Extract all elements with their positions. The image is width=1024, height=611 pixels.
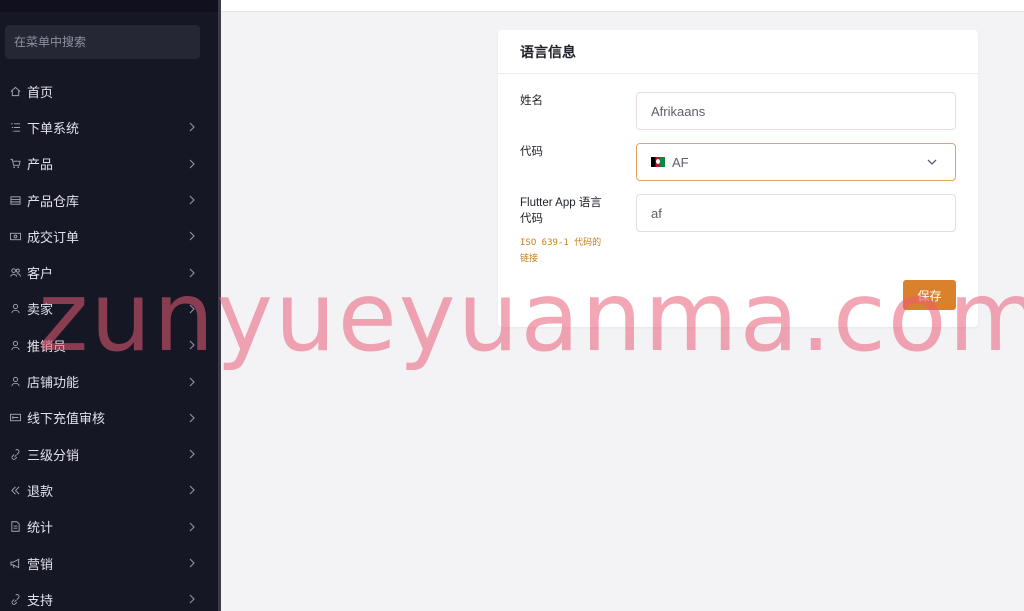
home-icon [9,85,21,97]
iso-code-link-line1[interactable]: ISO 639-1 代码的 [520,235,616,251]
list-icon [9,121,21,133]
save-button[interactable]: 保存 [903,280,956,310]
sidebar-item[interactable]: 三级分销 [0,436,218,472]
sidebar-item[interactable]: 客户 [0,254,218,290]
name-input-value: Afrikaans [651,103,706,119]
sidebar-item-label: 推销员 [27,338,67,354]
link-icon [9,448,21,460]
recharge-icon [9,412,21,424]
iso-code-link-line2[interactable]: 链接 [520,251,616,267]
sidebar-item-label: 产品 [27,157,54,173]
sidebar-item[interactable]: 退款 [0,472,218,508]
sidebar-item-label: 成交订单 [27,229,80,245]
sidebar-item-label: 店铺功能 [27,375,80,391]
card-title: 语言信息 [520,43,576,60]
iso-code-link[interactable]: ISO 639-1 代码的 链接 [520,235,616,267]
sidebar-item[interactable]: 线下充值审核 [0,400,218,436]
users-icon [9,267,21,279]
sidebar-item-label: 退款 [27,483,54,499]
sidebar-item-label: 线下充值审核 [27,411,106,427]
sidebar-item[interactable]: 支持 [0,581,218,611]
user-icon [9,303,21,315]
sidebar-item[interactable]: 店铺功能 [0,363,218,399]
code-select[interactable]: AF [636,143,956,181]
sidebar-item[interactable]: 产品仓库 [0,182,218,218]
sidebar-item[interactable]: 统计 [0,509,218,545]
sidebar-item-label: 客户 [27,266,54,282]
sidebar-item[interactable]: 推销员 [0,327,218,363]
top-bar [221,0,1024,12]
sidebar-item[interactable]: 产品 [0,146,218,182]
chevron-right-icon [188,304,196,314]
flutter-code-input-value: af [651,205,662,221]
sidebar-item-label: 支持 [27,592,54,608]
document-icon [9,521,21,533]
sidebar-item[interactable]: 首页 [0,73,218,109]
sidebar-item-label: 产品仓库 [27,193,80,209]
chevron-right-icon [188,340,196,350]
code-select-value: AF [672,154,689,170]
order-icon [9,230,21,242]
sidebar-item-label: 营销 [27,556,54,572]
megaphone-icon [9,557,21,569]
flutter-code-label-line2: 代码 [520,213,543,225]
afghanistan-flag-icon [651,157,665,167]
sidebar-item-label: 统计 [27,520,54,536]
chevron-right-icon [188,594,196,604]
sidebar-item[interactable]: 下单系统 [0,109,218,145]
chevron-right-icon [188,485,196,495]
flutter-code-label-line1: Flutter App 语言 [520,197,602,209]
sidebar-menu: 首页下单系统产品产品仓库成交订单客户卖家推销员店铺功能线下充值审核 三级分销退款统… [0,73,218,611]
chevron-right-icon [188,558,196,568]
code-label: 代码 [520,146,543,158]
chevron-right-icon [188,449,196,459]
sidebar-item[interactable]: 卖家 [0,291,218,327]
refund-icon [9,484,21,496]
card-header: 语言信息 [498,30,978,74]
flutter-code-input[interactable]: af [636,194,956,232]
sidebar-item-label: 三级分销 [27,447,80,463]
support-link-icon [9,593,21,605]
language-info-card: 语言信息 姓名 Afrikaans 代码 AF Flutter App 语言 代… [498,30,978,327]
name-input[interactable]: Afrikaans [636,92,956,130]
store-icon [9,376,21,388]
sidebar-item[interactable]: 成交订单 [0,218,218,254]
sidebar-item[interactable]: 营销 [0,545,218,581]
chevron-right-icon [188,122,196,132]
chevron-right-icon [188,413,196,423]
sidebar-item-label: 首页 [27,84,54,100]
chevron-right-icon [188,268,196,278]
cart-icon [9,158,21,170]
sidebar-item-label: 下单系统 [27,120,80,136]
sidebar-top-strip [0,0,218,12]
sidebar: 在菜单中搜索 首页下单系统产品产品仓库成交订单客户卖家推销员店铺功能线下充值审核… [0,0,218,611]
chevron-down-icon [927,158,937,166]
menu-search-input[interactable]: 在菜单中搜索 [5,25,200,59]
chevron-right-icon [188,522,196,532]
chevron-right-icon [188,195,196,205]
sidebar-divider [218,0,221,611]
chevron-right-icon [188,377,196,387]
salesman-icon [9,339,21,351]
chevron-right-icon [188,159,196,169]
sidebar-item-label: 卖家 [27,302,54,318]
name-label: 姓名 [520,95,543,107]
warehouse-icon [9,194,21,206]
chevron-right-icon [188,231,196,241]
